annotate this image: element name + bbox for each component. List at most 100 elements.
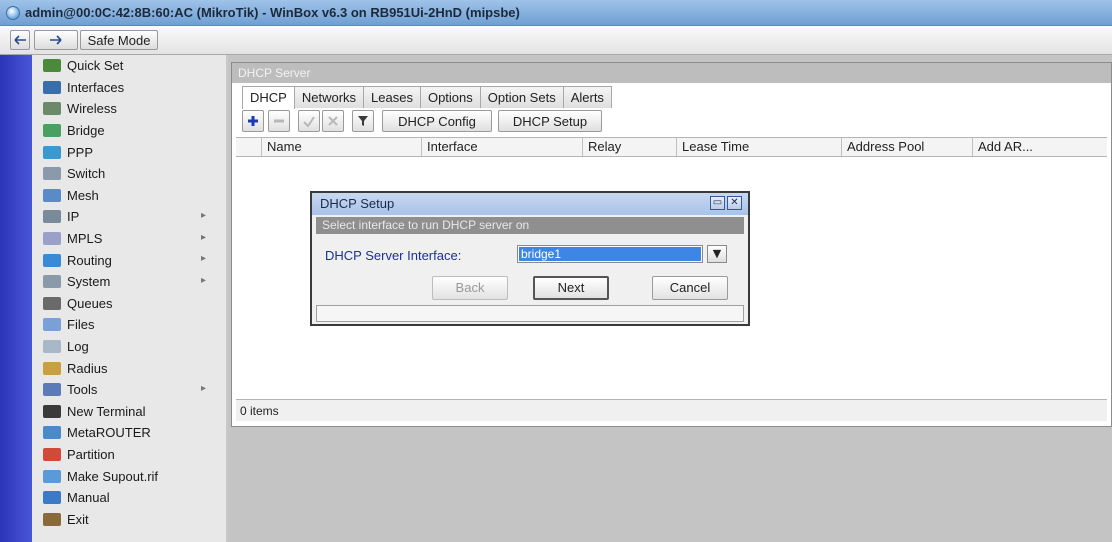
submenu-arrow-icon: ▸ [200,382,206,394]
dhcp-server-window-title: DHCP Server [232,63,1111,83]
dhcp-config-label: DHCP Config [398,113,476,129]
sidebar-item-exit[interactable]: Exit [35,508,224,530]
submenu-arrow-icon: ▸ [200,253,206,265]
sidebar-item-files[interactable]: Files [35,314,224,336]
sidebar-item-partition[interactable]: Partition [35,444,224,466]
tab-leases[interactable]: Leases [363,86,421,108]
filter-button[interactable] [352,110,374,132]
terminal-icon [43,404,61,418]
dhcp-setup-button[interactable]: DHCP Setup [498,110,602,132]
sidebar-item-ip[interactable]: IP ▸ [35,206,224,228]
dhcp-setup-dialog: DHCP Setup ▭ ✕ Select interface to run D… [310,191,750,326]
chevron-down-icon: ▼ [712,247,722,260]
sidebar-item-label: System [67,274,111,290]
manual-icon [43,491,61,505]
radius-icon [43,361,61,375]
remove-button[interactable] [268,110,290,132]
sidebar-item-mpls[interactable]: MPLS ▸ [35,228,224,250]
log-icon [43,340,61,354]
sidebar-item-interfaces[interactable]: Interfaces [35,77,224,99]
sidebar-item-label: Quick Set [67,58,124,74]
sidebar-item-log[interactable]: Log [35,336,224,358]
ppp-icon [43,145,61,159]
mesh-icon [43,188,61,202]
sidebar-item-label: Partition [67,446,115,462]
column-header-interface[interactable]: Interface [421,138,582,156]
back-button[interactable]: Back [432,276,508,300]
system-icon [43,275,61,289]
dialog-title: DHCP Setup [312,193,748,215]
sidebar-item-mesh[interactable]: Mesh [35,185,224,207]
dhcp-server-interface-field[interactable]: bridge1 [517,245,703,263]
winbox-icon [6,6,20,20]
sidebar-item-label: Routing [67,252,112,268]
next-button[interactable]: Next [533,276,609,300]
main-toolbar: Safe Mode [0,26,1112,55]
sidebar-item-bridge[interactable]: Bridge [35,120,224,142]
tab-options[interactable]: Options [419,86,481,108]
tab-alerts[interactable]: Alerts [562,86,612,108]
sidebar-item-manual[interactable]: Manual [35,487,224,509]
plus-icon [248,116,258,126]
sidebar-item-wireless[interactable]: Wireless [35,98,224,120]
column-header-relay[interactable]: Relay [582,138,676,156]
undo-button[interactable] [10,30,30,50]
window-titlebar: admin@00:0C:42:8B:60:AC (MikroTik) - Win… [0,0,1112,26]
column-header-name[interactable]: Name [261,138,421,156]
sidebar-item-label: Manual [67,490,110,506]
sidebar-item-metarouter[interactable]: MetaROUTER [35,422,224,444]
bridge-icon [43,124,61,138]
tab-option-sets[interactable]: Option Sets [479,86,564,108]
column-header-address-pool[interactable]: Address Pool [841,138,972,156]
sidebar-item-routing[interactable]: Routing ▸ [35,249,224,271]
disable-button[interactable] [322,110,344,132]
sidebar-item-label: Make Supout.rif [67,468,159,484]
dialog-instruction: Select interface to run DHCP server on [316,217,744,234]
enable-button[interactable] [298,110,320,132]
sidebar-item-tools[interactable]: Tools ▸ [35,379,224,401]
safe-mode-button[interactable]: Safe Mode [80,30,158,50]
dhcp-config-button[interactable]: DHCP Config [382,110,492,132]
column-header-lease-time[interactable]: Lease Time [676,138,841,156]
dhcp-tabs: DHCP Networks Leases Options Option Sets Aler… [242,86,612,109]
window-title: admin@00:0C:42:8B:60:AC (MikroTik) - Win… [25,5,520,20]
sidebar-item-label: Wireless [67,101,117,117]
minimize-button[interactable]: ▭ [710,196,725,210]
routing-icon [43,253,61,267]
close-button[interactable]: ✕ [727,196,742,210]
partition-icon [43,447,61,461]
sidebar-stripe [0,55,32,542]
sidebar: Quick Set Interfaces Wireless Bridge PPP Swit… [0,55,226,542]
sidebar-item-label: IP [67,209,80,225]
column-header-add-ar[interactable]: Add AR... [972,138,1062,156]
sidebar-item-label: Switch [67,166,106,182]
interfaces-icon [43,80,61,94]
sidebar-item-make-supout-rif[interactable]: Make Supout.rif [35,465,224,487]
wireless-icon [43,102,61,116]
interface-dropdown-button[interactable]: ▼ [707,245,727,263]
redo-button[interactable] [34,30,78,50]
add-button[interactable] [242,110,264,132]
sidebar-item-system[interactable]: System ▸ [35,271,224,293]
tab-networks[interactable]: Networks [293,86,365,108]
sidebar-item-radius[interactable]: Radius [35,357,224,379]
filter-icon [358,116,368,126]
sidebar-item-label: Exit [67,511,89,527]
sidebar-item-ppp[interactable]: PPP [35,141,224,163]
status-bar: 0 items [236,399,1107,421]
submenu-arrow-icon: ▸ [200,274,206,286]
sidebar-item-label: Tools [67,382,98,398]
sidebar-item-new-terminal[interactable]: New Terminal [35,401,224,423]
dhcp-setup-label: DHCP Setup [512,113,588,129]
sidebar-item-label: Queues [67,295,113,311]
sidebar-item-switch[interactable]: Switch [35,163,224,185]
check-icon [303,116,315,127]
cancel-button[interactable]: Cancel [652,276,728,300]
sidebar-item-label: Mesh [67,187,99,203]
table-header: Name Interface Relay Lease Time Address Pool… [236,137,1107,157]
tab-dhcp[interactable]: DHCP [242,86,295,109]
submenu-arrow-icon: ▸ [200,210,206,222]
sidebar-item-queues[interactable]: Queues [35,293,224,315]
sidebar-item-quick-set[interactable]: Quick Set [35,55,224,77]
ip-icon [43,210,61,224]
